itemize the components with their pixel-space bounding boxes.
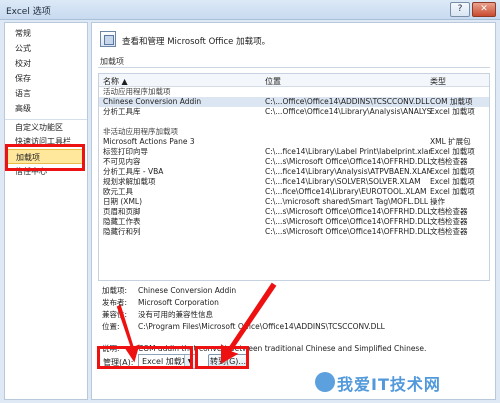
detail-publisher-value: Microsoft Corporation (138, 298, 219, 307)
cell-location: C:\...\microsoft shared\Smart Tag\MOFL.D… (265, 197, 429, 206)
cell-location: C:\...s\Microsoft Office\Office14\OFFRHD… (265, 207, 431, 216)
sidebar-item-save[interactable]: 保存 (5, 71, 87, 86)
table-row[interactable]: Microsoft Actions Pane 3 XML 扩展包 (99, 137, 489, 147)
title-bar: Excel 选项 ? ✕ (0, 0, 500, 20)
cell-type: Excel 加载项 (430, 187, 475, 196)
table-group-header: 活动应用程序加载项 (99, 87, 489, 97)
table-row[interactable]: 不可见内容 C:\...s\Microsoft Office\Office14\O… (99, 157, 489, 167)
table-row[interactable]: 隐藏工作表 C:\...s\Microsoft Office\Office14\O… (99, 217, 489, 227)
cell-location: C:\...s\Microsoft Office\Office14\OFFRHD… (265, 227, 431, 236)
cell-type: XML 扩展包 (430, 137, 471, 146)
addins-table: 名称 ▲ 位置 类型 活动应用程序加载项 Chinese Conversion A… (98, 73, 490, 281)
column-type[interactable]: 类型 (430, 76, 489, 87)
detail-addin-label: 加载项: (102, 286, 128, 295)
table-row[interactable]: 欧元工具 C:\...fice\Office14\Library\EUROTOOL… (99, 187, 489, 197)
cell-name: 分析工具库 (103, 107, 141, 116)
cell-name: 标签打印向导 (103, 147, 148, 156)
cell-type: 文档检查器 (430, 207, 468, 216)
cell-location: C:\...fice14\Library\SOLVER\SOLVER.XLAM (265, 177, 421, 186)
cell-type: 操作 (430, 197, 445, 206)
cell-name: 隐藏行和列 (103, 227, 141, 236)
cell-type: 文档检查器 (430, 157, 468, 166)
table-header: 名称 ▲ 位置 类型 (99, 74, 489, 87)
goto-highlight-box (195, 346, 249, 369)
cell-type: Excel 加载项 (430, 177, 475, 186)
cell-location: C:\...s\Microsoft Office\Office14\OFFRHD… (265, 157, 431, 166)
table-row[interactable]: 标签打印向导 C:\...fice14\Library\Label Print\l… (99, 147, 489, 157)
cell-name: 欧元工具 (103, 187, 133, 196)
table-row[interactable]: 规划求解加载项 C:\...fice14\Library\SOLVER\SOLVE… (99, 177, 489, 187)
detail-publisher-label: 发布者: (102, 298, 128, 307)
cell-location: C:\...Office\Office14\Library\Analysis\A… (265, 107, 431, 116)
column-location[interactable]: 位置 (265, 76, 431, 87)
close-button[interactable]: ✕ (472, 2, 496, 17)
addins-icon (100, 31, 116, 47)
cell-location: C:\...fice14\Library\Label Print\labelpr… (265, 147, 431, 156)
table-row[interactable] (99, 117, 489, 127)
cell-name: 隐藏工作表 (103, 217, 141, 226)
table-row[interactable]: 分析工具库 C:\...Office\Office14\Library\Analy… (99, 107, 489, 117)
cell-name: 分析工具库 - VBA (103, 167, 164, 176)
table-body: 活动应用程序加载项 Chinese Conversion Addin C:\...O… (99, 87, 489, 237)
cell-name: 不可见内容 (103, 157, 141, 166)
section-label: 加载项 (98, 56, 490, 68)
manage-highlight-box (97, 346, 193, 369)
cell-name: 规划求解加载项 (103, 177, 156, 186)
addins-highlight-box (5, 144, 85, 171)
cell-type: 文档检查器 (430, 217, 468, 226)
cell-type: 文档检查器 (430, 227, 468, 236)
sidebar-item-proofing[interactable]: 校对 (5, 56, 87, 71)
cell-type: Excel 加载项 (430, 167, 475, 176)
cell-name: 日期 (XML) (103, 197, 143, 206)
sidebar-item-customize-ribbon[interactable]: 自定义功能区 (5, 119, 87, 134)
sidebar-item-advanced[interactable]: 高级 (5, 101, 87, 116)
table-row[interactable]: Chinese Conversion Addin C:\...Office\Off… (99, 97, 489, 107)
cell-type: Excel 加载项 (430, 147, 475, 156)
cell-location: C:\...fice\Office14\Library\EUROTOOL.XLA… (265, 187, 427, 196)
table-row[interactable]: 隐藏行和列 C:\...s\Microsoft Office\Office14\O… (99, 227, 489, 237)
table-row[interactable]: 页眉和页脚 C:\...s\Microsoft Office\Office14\O… (99, 207, 489, 217)
table-group-header: 非活动应用程序加载项 (99, 127, 489, 137)
sidebar: 常规 公式 校对 保存 语言 高级 自定义功能区 快速访问工具栏 加载项 信任中… (4, 22, 88, 400)
cell-location: C:\...Office\Office14\ADDINS\TCSCCONV.DL… (265, 97, 430, 106)
sidebar-item-general[interactable]: 常规 (5, 26, 87, 41)
cell-name: Chinese Conversion Addin (103, 97, 202, 106)
watermark: 我爱IT技术网 (315, 370, 495, 400)
detail-addin-value: Chinese Conversion Addin (138, 286, 237, 295)
column-name[interactable]: 名称 ▲ (103, 76, 263, 87)
detail-compat-value: 没有可用的兼容性信息 (138, 310, 213, 319)
window-title: Excel 选项 (6, 7, 51, 17)
sidebar-item-formulas[interactable]: 公式 (5, 41, 87, 56)
table-row[interactable]: 分析工具库 - VBA C:\...fice14\Library\Analysis… (99, 167, 489, 177)
sidebar-item-language[interactable]: 语言 (5, 86, 87, 101)
detail-location-label: 位置: (102, 322, 120, 331)
cell-name: 非活动应用程序加载项 (103, 127, 178, 136)
cell-type: COM 加载项 (430, 97, 473, 106)
addins-panel: 查看和管理 Microsoft Office 加载项。 加载项 名称 ▲ 位置 … (91, 22, 496, 400)
help-button[interactable]: ? (450, 2, 470, 17)
cell-name: 活动应用程序加载项 (103, 87, 171, 96)
cell-name: Microsoft Actions Pane 3 (103, 137, 195, 146)
detail-location-value: C:\Program Files\Microsoft Office\Office… (138, 322, 385, 331)
cell-location: C:\...s\Microsoft Office\Office14\OFFRHD… (265, 217, 431, 226)
table-row[interactable]: 日期 (XML) C:\...\microsoft shared\Smart Ta… (99, 197, 489, 207)
panel-title: 查看和管理 Microsoft Office 加载项。 (122, 37, 271, 47)
detail-compat-label: 兼容性: (102, 310, 128, 319)
watermark-text: 我爱IT技术网 (337, 375, 441, 394)
watermark-logo-icon (315, 372, 335, 392)
cell-location: C:\...fice14\Library\Analysis\ATPVBAEN.X… (265, 167, 431, 176)
addin-details: 加载项: Chinese Conversion Addin 发布者: Microso… (102, 285, 492, 355)
cell-type: Excel 加载项 (430, 107, 475, 116)
cell-name: 页眉和页脚 (103, 207, 141, 216)
